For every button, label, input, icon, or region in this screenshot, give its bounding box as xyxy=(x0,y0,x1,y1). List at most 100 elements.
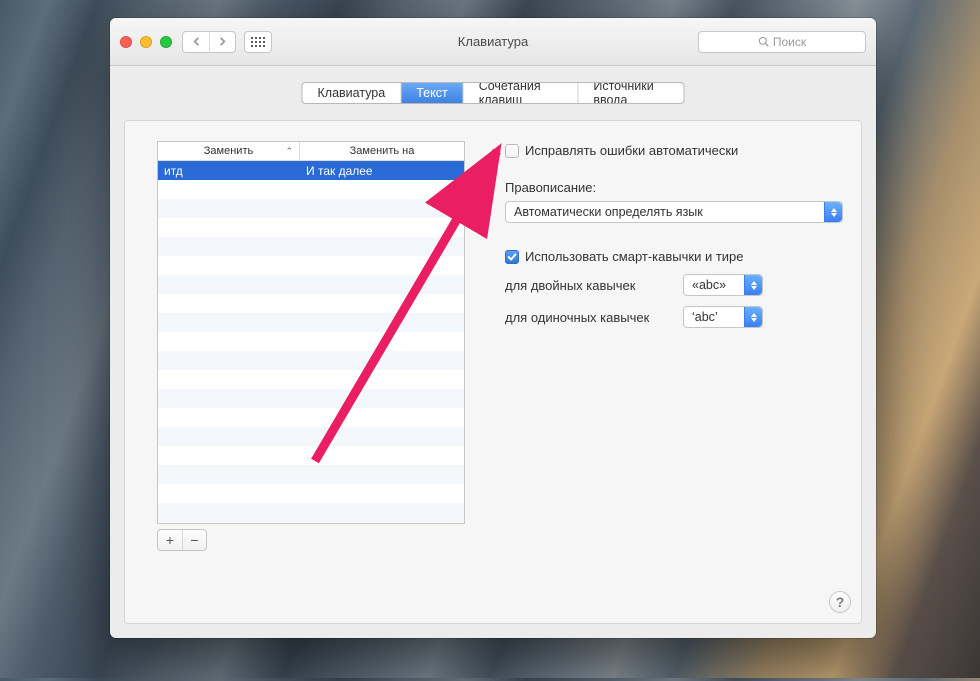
cell-with xyxy=(300,370,464,389)
forward-button[interactable] xyxy=(209,32,235,52)
single-quotes-label: для одиночных кавычек xyxy=(505,310,673,325)
double-quotes-row: для двойных кавычек «abc» xyxy=(505,274,841,296)
table-row[interactable] xyxy=(158,427,464,446)
double-quotes-label: для двойных кавычек xyxy=(505,278,673,293)
cell-replace xyxy=(158,370,300,389)
cell-with xyxy=(300,218,464,237)
cell-replace xyxy=(158,389,300,408)
text-panel: Заменить ⌃ Заменить на итдИ так далее + … xyxy=(124,120,862,624)
table-row[interactable] xyxy=(158,465,464,484)
grid-icon xyxy=(251,37,265,47)
minimize-button[interactable] xyxy=(140,36,152,48)
cell-replace xyxy=(158,465,300,484)
table-row[interactable] xyxy=(158,351,464,370)
auto-correct-row: Исправлять ошибки автоматически xyxy=(505,143,841,158)
cell-with xyxy=(300,180,464,199)
spelling-label: Правописание: xyxy=(505,180,841,195)
cell-with xyxy=(300,389,464,408)
table-row[interactable] xyxy=(158,503,464,522)
back-button[interactable] xyxy=(183,32,209,52)
remove-button[interactable]: − xyxy=(182,530,206,550)
cell-with xyxy=(300,332,464,351)
tab-text[interactable]: Текст xyxy=(400,83,462,103)
single-quotes-value: ‘abc’ xyxy=(692,310,718,324)
table-row[interactable] xyxy=(158,180,464,199)
table-row[interactable] xyxy=(158,237,464,256)
cell-with xyxy=(300,313,464,332)
cell-replace xyxy=(158,294,300,313)
table-body: итдИ так далее xyxy=(158,161,464,523)
table-header: Заменить ⌃ Заменить на xyxy=(158,142,464,161)
tab-input-sources[interactable]: Источники ввода xyxy=(577,83,683,103)
close-button[interactable] xyxy=(120,36,132,48)
add-remove-group: + − xyxy=(157,529,207,551)
table-row[interactable] xyxy=(158,256,464,275)
sort-indicator-icon: ⌃ xyxy=(285,146,293,157)
content-area: Клавиатура Текст Сочетания клавиш Источн… xyxy=(110,66,876,638)
table-row[interactable] xyxy=(158,389,464,408)
table-row[interactable] xyxy=(158,484,464,503)
table-row[interactable] xyxy=(158,446,464,465)
select-stepper-icon xyxy=(744,307,762,327)
zoom-button[interactable] xyxy=(160,36,172,48)
cell-with xyxy=(300,484,464,503)
table-row[interactable] xyxy=(158,275,464,294)
cell-with xyxy=(300,351,464,370)
select-stepper-icon xyxy=(744,275,762,295)
cell-replace xyxy=(158,351,300,370)
table-row[interactable]: итдИ так далее xyxy=(158,161,464,180)
show-all-button[interactable] xyxy=(244,31,272,53)
cell-with xyxy=(300,275,464,294)
cell-with xyxy=(300,237,464,256)
tab-keyboard[interactable]: Клавиатура xyxy=(303,83,401,103)
search-placeholder: Поиск xyxy=(773,35,806,49)
smart-quotes-label: Использовать смарт‑кавычки и тире xyxy=(525,249,744,264)
cell-replace xyxy=(158,427,300,446)
cell-replace xyxy=(158,484,300,503)
cell-replace xyxy=(158,446,300,465)
traffic-lights xyxy=(120,36,172,48)
single-quotes-select[interactable]: ‘abc’ xyxy=(683,306,763,328)
cell-replace xyxy=(158,332,300,351)
table-row[interactable] xyxy=(158,313,464,332)
tab-shortcuts[interactable]: Сочетания клавиш xyxy=(463,83,578,103)
cell-replace xyxy=(158,237,300,256)
table-row[interactable] xyxy=(158,408,464,427)
search-field[interactable]: Поиск xyxy=(698,31,866,53)
cell-replace xyxy=(158,313,300,332)
cell-replace: итд xyxy=(158,161,300,180)
double-quotes-value: «abc» xyxy=(692,278,726,292)
col-with[interactable]: Заменить на xyxy=(300,142,464,160)
table-row[interactable] xyxy=(158,218,464,237)
cell-with: И так далее xyxy=(300,161,464,180)
cell-with xyxy=(300,408,464,427)
smart-quotes-row: Использовать смарт‑кавычки и тире xyxy=(505,249,841,264)
single-quotes-row: для одиночных кавычек ‘abc’ xyxy=(505,306,841,328)
cell-with xyxy=(300,446,464,465)
smart-quotes-checkbox[interactable] xyxy=(505,250,519,264)
preferences-window: Клавиатура Поиск Клавиатура Текст Сочета… xyxy=(110,18,876,638)
titlebar: Клавиатура Поиск xyxy=(110,18,876,66)
double-quotes-select[interactable]: «abc» xyxy=(683,274,763,296)
table-row[interactable] xyxy=(158,199,464,218)
spelling-select[interactable]: Автоматически определять язык xyxy=(505,201,843,223)
replacements-table[interactable]: Заменить ⌃ Заменить на итдИ так далее xyxy=(157,141,465,524)
options-column: Исправлять ошибки автоматически Правопис… xyxy=(505,143,841,328)
cell-replace xyxy=(158,180,300,199)
cell-replace xyxy=(158,256,300,275)
add-button[interactable]: + xyxy=(158,530,182,550)
cell-replace xyxy=(158,503,300,522)
table-row[interactable] xyxy=(158,294,464,313)
col-replace[interactable]: Заменить ⌃ xyxy=(158,142,300,160)
nav-group xyxy=(182,31,236,53)
cell-with xyxy=(300,427,464,446)
select-stepper-icon xyxy=(824,202,842,222)
help-button[interactable]: ? xyxy=(829,591,851,613)
search-icon xyxy=(758,36,769,47)
auto-correct-checkbox[interactable] xyxy=(505,144,519,158)
table-row[interactable] xyxy=(158,332,464,351)
spelling-value: Автоматически определять язык xyxy=(514,205,703,219)
cell-with xyxy=(300,294,464,313)
table-row[interactable] xyxy=(158,370,464,389)
auto-correct-label: Исправлять ошибки автоматически xyxy=(525,143,738,158)
